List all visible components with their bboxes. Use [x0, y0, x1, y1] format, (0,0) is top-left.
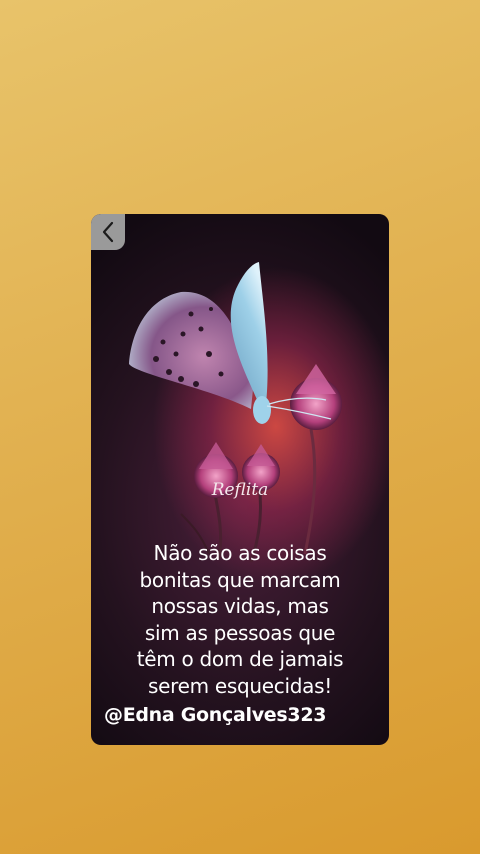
flower-right [290, 364, 342, 430]
quote-line: Não são as coisas [153, 541, 327, 565]
author-handle: @Edna Gonçalves323 [104, 704, 327, 726]
story-card: Reflita Não são as coisas bonitas que ma… [91, 214, 389, 745]
quote-line: sim as pessoas que [144, 620, 336, 645]
chevron-left-icon [102, 221, 114, 243]
quote-text: Não são as coisas bonitas que marcam nos… [99, 540, 381, 699]
back-button[interactable] [91, 214, 125, 250]
quote-line: serem esquecidas! [148, 673, 332, 698]
quote-line: nossas vidas, mas [151, 594, 329, 618]
card-title: Reflita [211, 480, 269, 500]
quote-line: têm o dom de jamais [136, 647, 344, 671]
quote-line: bonitas que marcam [139, 567, 341, 592]
